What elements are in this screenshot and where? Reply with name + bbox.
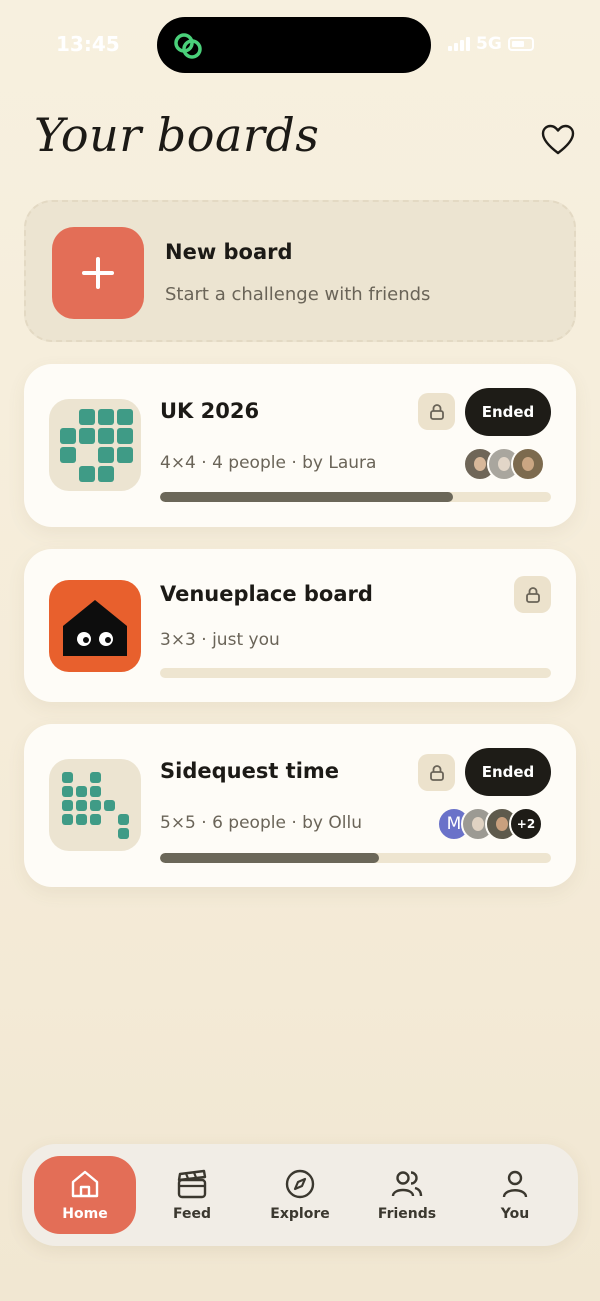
board-title: Sidequest time bbox=[160, 759, 340, 783]
board-meta: 3×3 · just you bbox=[160, 630, 280, 650]
progress-bar bbox=[160, 668, 551, 678]
friends-icon bbox=[391, 1171, 423, 1197]
board-title: UK 2026 bbox=[160, 399, 260, 423]
progress-fill bbox=[160, 492, 454, 502]
board-thumbnail bbox=[49, 759, 141, 851]
tab-home[interactable]: Home bbox=[34, 1156, 136, 1234]
tab-friends[interactable]: Friends bbox=[356, 1156, 458, 1234]
progress-fill bbox=[160, 853, 379, 863]
participant-avatars bbox=[463, 447, 545, 481]
board-meta: 5×5 · 6 people · by Ollu bbox=[160, 813, 362, 833]
tab-label: Home bbox=[62, 1206, 108, 1222]
tab-you[interactable]: You bbox=[464, 1156, 566, 1234]
status-time: 13:45 bbox=[56, 32, 120, 56]
board-card-uk-2026[interactable]: UK 2026 4×4 · 4 people · by Laura Ended bbox=[24, 364, 576, 527]
participant-avatars: M +2 bbox=[437, 807, 543, 841]
board-thumbnail bbox=[49, 399, 141, 491]
tab-explore[interactable]: Explore bbox=[249, 1156, 351, 1234]
status-badge: Ended bbox=[465, 388, 551, 436]
new-board-subtitle: Start a challenge with friends bbox=[165, 284, 431, 305]
clapperboard-icon bbox=[177, 1169, 207, 1199]
link-icon bbox=[174, 33, 202, 59]
bottom-tab-bar: Home Feed Explore Friends You bbox=[22, 1144, 578, 1246]
avatar bbox=[511, 447, 545, 481]
plus-icon bbox=[52, 227, 144, 319]
tab-feed[interactable]: Feed bbox=[141, 1156, 243, 1234]
battery-icon bbox=[507, 37, 534, 51]
heart-icon[interactable] bbox=[540, 123, 576, 157]
tab-label: You bbox=[500, 1206, 530, 1222]
lock-icon bbox=[418, 754, 455, 791]
status-indicators: 5G bbox=[448, 34, 534, 54]
new-board-title: New board bbox=[165, 240, 293, 264]
board-meta: 4×4 · 4 people · by Laura bbox=[160, 453, 377, 473]
lock-icon bbox=[514, 576, 551, 613]
board-title: Venueplace board bbox=[160, 582, 373, 606]
person-icon bbox=[502, 1170, 528, 1198]
status-badge: Ended bbox=[465, 748, 551, 796]
tab-label: Feed bbox=[172, 1206, 211, 1222]
lock-icon bbox=[418, 393, 455, 430]
home-icon bbox=[71, 1170, 99, 1198]
board-card-sidequest-time[interactable]: Sidequest time 5×5 · 6 people · by Ollu … bbox=[24, 724, 576, 887]
more-participants-badge: +2 bbox=[509, 807, 543, 841]
new-board-button[interactable]: New board Start a challenge with friends bbox=[24, 200, 576, 342]
board-card-venueplace[interactable]: Venueplace board 3×3 · just you bbox=[24, 549, 576, 702]
progress-bar bbox=[160, 853, 551, 863]
network-label: 5G bbox=[476, 34, 502, 54]
compass-icon bbox=[285, 1169, 315, 1199]
dynamic-island bbox=[157, 17, 431, 73]
tab-label: Explore bbox=[270, 1206, 330, 1222]
tab-label: Friends bbox=[377, 1206, 437, 1222]
venue-logo bbox=[49, 580, 141, 672]
signal-icon bbox=[448, 37, 470, 51]
progress-bar bbox=[160, 492, 551, 502]
page-title: Your boards bbox=[34, 108, 320, 162]
